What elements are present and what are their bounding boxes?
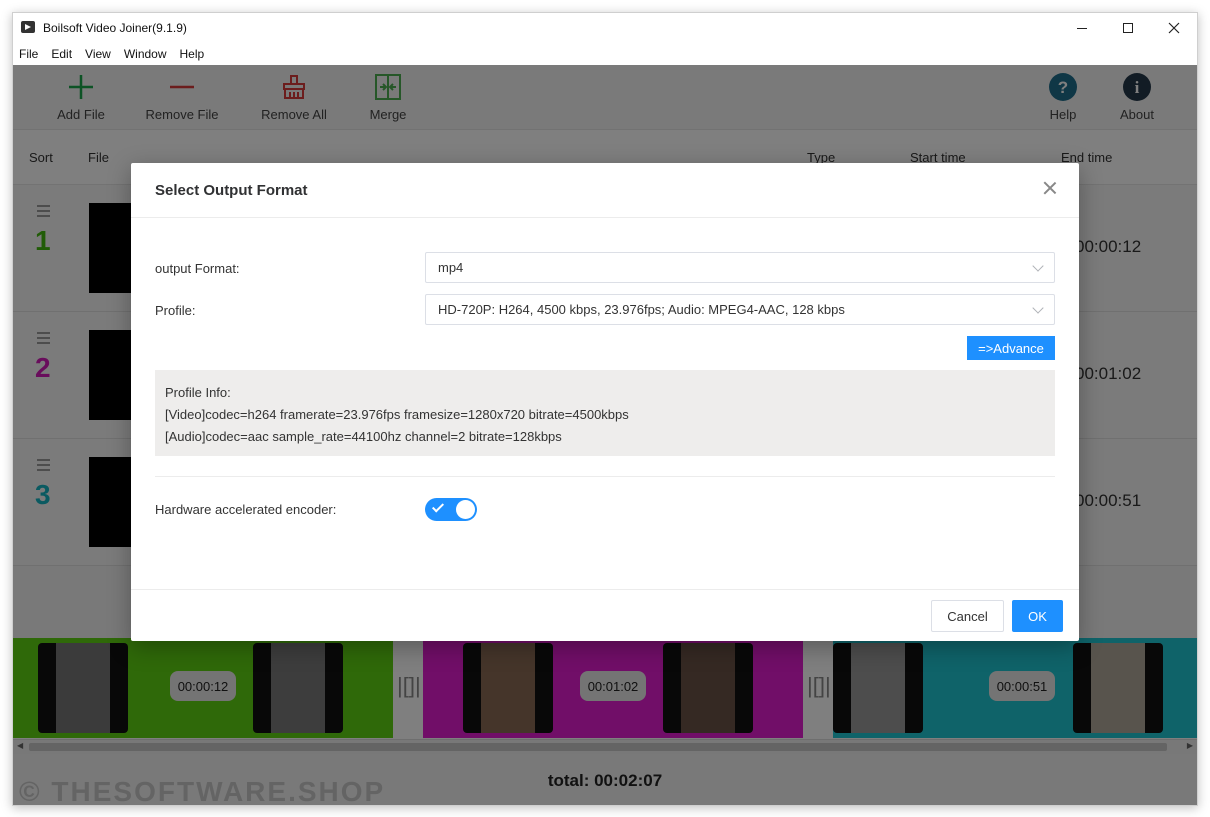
profile-label: Profile: xyxy=(155,303,196,318)
hw-encoder-toggle[interactable] xyxy=(425,498,477,521)
profile-value: HD-720P: H264, 4500 kbps, 23.976fps; Aud… xyxy=(438,302,845,317)
app-logo-icon xyxy=(21,21,35,33)
chevron-down-icon xyxy=(1032,302,1044,314)
advance-button[interactable]: =>Advance xyxy=(967,336,1055,360)
dialog-header: Select Output Format xyxy=(131,163,1079,218)
menu-view[interactable]: View xyxy=(85,47,111,61)
check-icon xyxy=(431,500,445,513)
chevron-down-icon xyxy=(1032,260,1044,272)
output-format-label: output Format: xyxy=(155,261,240,276)
dialog-footer-divider xyxy=(131,589,1079,590)
hw-encoder-label: Hardware accelerated encoder: xyxy=(155,502,337,517)
ok-button[interactable]: OK xyxy=(1012,600,1063,632)
profile-info-audio: [Audio]codec=aac sample_rate=44100hz cha… xyxy=(165,429,562,444)
maximize-button[interactable] xyxy=(1105,13,1151,43)
menu-file[interactable]: File xyxy=(19,47,38,61)
menu-window[interactable]: Window xyxy=(124,47,167,61)
menu-bar: File Edit View Window Help xyxy=(13,43,1197,65)
dialog-title: Select Output Format xyxy=(155,182,308,199)
close-window-button[interactable] xyxy=(1151,13,1197,43)
menu-edit[interactable]: Edit xyxy=(51,47,72,61)
output-format-select[interactable]: mp4 xyxy=(425,252,1055,283)
close-icon[interactable] xyxy=(1041,179,1059,197)
maximize-icon xyxy=(1123,23,1133,33)
minimize-icon xyxy=(1077,27,1087,29)
profile-select[interactable]: HD-720P: H264, 4500 kbps, 23.976fps; Aud… xyxy=(425,294,1055,325)
title-bar: Boilsoft Video Joiner(9.1.9) xyxy=(13,13,1197,43)
minimize-button[interactable] xyxy=(1059,13,1105,43)
section-divider xyxy=(155,476,1055,477)
output-format-value: mp4 xyxy=(438,260,464,275)
window-title: Boilsoft Video Joiner(9.1.9) xyxy=(43,21,187,35)
profile-info-title: Profile Info: xyxy=(165,385,231,400)
menu-help[interactable]: Help xyxy=(180,47,205,61)
cancel-button[interactable]: Cancel xyxy=(931,600,1004,632)
close-icon xyxy=(1168,22,1180,34)
profile-info-box: Profile Info: [Video]codec=h264 framerat… xyxy=(155,370,1055,456)
toggle-knob xyxy=(456,500,475,519)
profile-info-video: [Video]codec=h264 framerate=23.976fps fr… xyxy=(165,407,629,422)
select-output-format-dialog: Select Output Format output Format: mp4 … xyxy=(131,163,1079,641)
